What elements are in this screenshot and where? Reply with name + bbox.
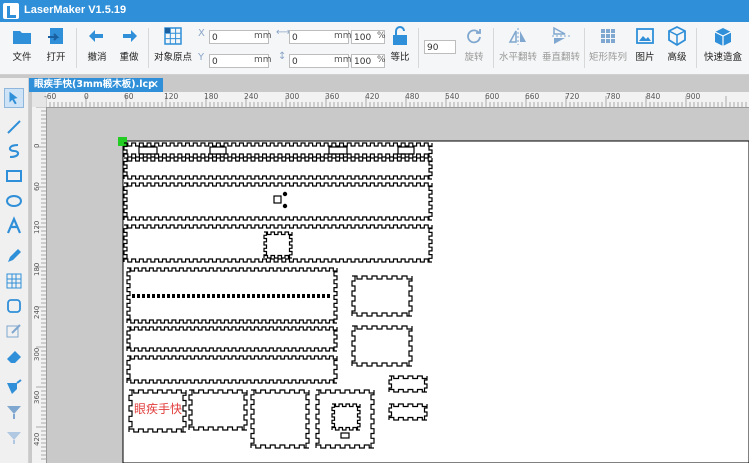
angle-select[interactable]: 90 [424, 40, 456, 54]
array-grid-icon [601, 29, 615, 43]
rectangle-icon [6, 170, 22, 182]
line-icon [7, 120, 21, 134]
tool-text-button[interactable] [4, 216, 24, 236]
open-file-icon [48, 28, 63, 44]
separator [418, 28, 419, 68]
tool-select-button[interactable] [4, 88, 24, 108]
height-label-icon: ↕ [278, 51, 287, 62]
tool-line-button[interactable] [4, 117, 24, 137]
separator [493, 28, 494, 68]
undo-icon [89, 30, 103, 42]
x-unit: mm [254, 31, 272, 41]
percent-sign: % [377, 55, 386, 65]
tool-marker-button[interactable] [4, 377, 24, 397]
rotate-button[interactable]: 旋转 [460, 25, 488, 63]
tool-grid-button[interactable] [4, 271, 24, 291]
picture-icon [636, 28, 654, 44]
tool-ellipse-button[interactable] [4, 191, 24, 211]
box-icon [714, 28, 732, 46]
object-origin-button[interactable]: 对象原点 [153, 25, 193, 63]
text-icon [6, 216, 22, 234]
document-tab[interactable]: 眼疾手快(3mm椴木板).lcp ✕ [28, 78, 163, 92]
picture-button[interactable]: 图片 [632, 25, 658, 63]
work-area [122, 140, 749, 463]
tool-shape-down-alt-button[interactable] [4, 426, 24, 446]
tool-edit-button[interactable] [4, 321, 24, 341]
pen-icon [8, 249, 21, 262]
flip-horizontal-icon [508, 28, 526, 45]
pin-hole [282, 203, 288, 209]
tool-eraser-button[interactable] [4, 346, 24, 366]
redo-button[interactable]: 重做 [115, 25, 143, 63]
rect-array-button[interactable]: 矩形阵列 [588, 25, 628, 63]
piece-engraved-text: 眼疾手快 [134, 401, 182, 416]
tool-pen-button[interactable] [4, 246, 24, 266]
ruler-ticks [36, 107, 46, 460]
folder-icon [13, 31, 31, 44]
origin-grid-icon [164, 27, 182, 45]
vertical-ruler: 0 60 120 180 240 300 360 420 [32, 107, 47, 463]
document-tab-title: 眼疾手快(3mm椴木板).lcp [34, 79, 155, 90]
separator [696, 28, 697, 68]
open-button[interactable]: 打开 [42, 25, 70, 63]
advanced-button[interactable]: 高级 [664, 25, 690, 63]
drawing-canvas[interactable]: 眼疾手快 [47, 108, 749, 463]
lock-icon [393, 26, 407, 45]
app-logo-icon [3, 3, 19, 19]
flip-vertical-icon [552, 26, 570, 44]
rotate-icon [467, 29, 481, 44]
origin-marker [118, 137, 127, 146]
flip-horizontal-button[interactable]: 水平翻转 [498, 25, 538, 63]
eraser-icon [7, 351, 21, 363]
ellipse-icon [6, 195, 22, 207]
tool-shape-down-button[interactable] [4, 401, 24, 421]
quick-box-button[interactable]: 快速造盒 [700, 25, 746, 63]
shape-down-alt-icon [7, 432, 21, 444]
tool-rounded-rect-button[interactable] [4, 296, 24, 316]
marker-icon [7, 379, 22, 394]
select-icon [9, 91, 18, 105]
toolbar: 文件 打开 撤消 重做 对象原点 X 0 mm Y 0 mm ⟷ 0 mm ↕ … [0, 22, 749, 75]
rounded-rect-icon [7, 299, 21, 313]
lock-ratio-button[interactable]: 等比 [388, 25, 412, 63]
left-toolbar [0, 78, 29, 463]
curve-icon [8, 144, 20, 158]
tool-curve-button[interactable] [4, 141, 24, 161]
horizontal-ruler: -60 0 60 120 180 240 300 360 420 480 540 600 660 720 7… [44, 92, 749, 108]
height-unit: mm [334, 55, 352, 65]
edit-icon [6, 324, 21, 338]
flip-vertical-button[interactable]: 垂直翻转 [541, 25, 581, 63]
separator [76, 28, 77, 68]
cube-icon [668, 25, 686, 47]
tool-rectangle-button[interactable] [4, 166, 24, 186]
y-label: Y [198, 52, 205, 63]
x-label: X [198, 28, 205, 39]
ruler-ticks [46, 96, 747, 107]
separator [148, 28, 149, 68]
app-title: LaserMaker V1.5.19 [24, 4, 127, 16]
close-icon[interactable]: ✕ [150, 78, 159, 92]
y-unit: mm [254, 55, 272, 65]
separator [584, 28, 585, 68]
grid-icon [6, 273, 22, 289]
width-unit: mm [334, 31, 352, 41]
percent-sign: % [377, 31, 386, 41]
shape-down-icon [7, 406, 21, 419]
canvas-drawing: 眼疾手快 [118, 137, 749, 463]
pin-hole [282, 191, 288, 197]
redo-icon [123, 30, 137, 42]
title-bar: LaserMaker V1.5.19 [0, 0, 749, 22]
file-button[interactable]: 文件 [8, 25, 36, 63]
undo-button[interactable]: 撤消 [83, 25, 111, 63]
